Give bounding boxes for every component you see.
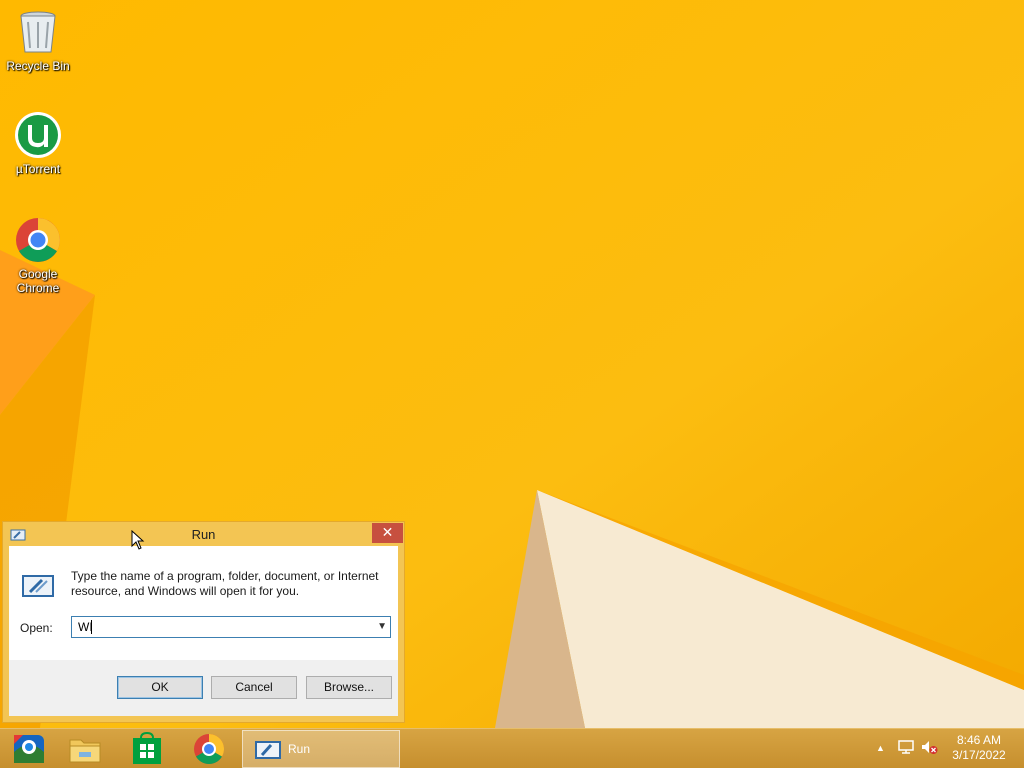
utorrent-icon xyxy=(14,111,62,159)
chrome-icon xyxy=(14,216,62,264)
taskbar-file-explorer[interactable] xyxy=(56,731,114,767)
chrome-icon xyxy=(194,734,225,765)
desktop-icon-label: µTorrent xyxy=(15,162,61,176)
run-titlebar[interactable]: Run ✕ xyxy=(3,522,404,546)
mouse-cursor-icon xyxy=(131,529,145,555)
chevron-down-icon[interactable]: ▼ xyxy=(377,621,387,632)
taskbar-store[interactable] xyxy=(118,731,176,767)
clock-time: 8:46 AM xyxy=(956,733,1002,747)
cancel-button[interactable]: Cancel xyxy=(211,676,297,699)
taskbar-run-label: Run xyxy=(288,742,311,756)
open-label: Open: xyxy=(20,621,53,635)
desktop-icon-utorrent[interactable]: µTorrent xyxy=(0,111,76,176)
taskbar-chrome[interactable] xyxy=(180,731,238,767)
network-icon[interactable] xyxy=(897,739,915,760)
desktop-icon-label-line1: Google xyxy=(18,267,58,281)
desktop-icon-google-chrome[interactable]: Google Chrome xyxy=(0,216,76,295)
run-icon xyxy=(255,741,281,764)
volume-muted-icon[interactable] xyxy=(920,739,938,760)
media-center-icon xyxy=(14,735,44,763)
browse-button[interactable]: Browse... xyxy=(306,676,392,699)
run-content: Type the name of a program, folder, docu… xyxy=(9,546,398,660)
desktop-icon-label-line2: Chrome xyxy=(16,281,60,295)
clock-date: 3/17/2022 xyxy=(952,748,1006,762)
show-hidden-icons-button[interactable]: ▲ xyxy=(876,743,885,753)
taskbar-run-window[interactable]: Run xyxy=(242,730,400,768)
system-clock[interactable]: 8:46 AM 3/17/2022 xyxy=(946,733,1012,763)
taskbar: Run ▲ 8:46 AM 3/17/2022 xyxy=(0,728,1024,768)
ok-button[interactable]: OK xyxy=(117,676,203,699)
run-dialog: Run ✕ Type the name of a program, folder… xyxy=(2,521,405,723)
desktop-icon-label: Recycle Bin xyxy=(6,59,70,73)
run-description: Type the name of a program, folder, docu… xyxy=(71,569,379,598)
taskbar-media-center[interactable] xyxy=(0,731,58,767)
window-title: Run xyxy=(191,527,216,542)
store-icon xyxy=(133,732,161,764)
file-explorer-icon xyxy=(69,739,101,763)
run-button-bar: OK Cancel Browse... xyxy=(9,660,398,716)
recycle-bin-icon xyxy=(14,8,62,56)
open-combobox[interactable]: WI ▼ xyxy=(71,616,391,638)
text-caret xyxy=(91,620,92,634)
close-button[interactable]: ✕ xyxy=(372,523,403,543)
run-program-icon xyxy=(21,574,55,598)
desktop-icon-recycle-bin[interactable]: Recycle Bin xyxy=(0,8,76,73)
